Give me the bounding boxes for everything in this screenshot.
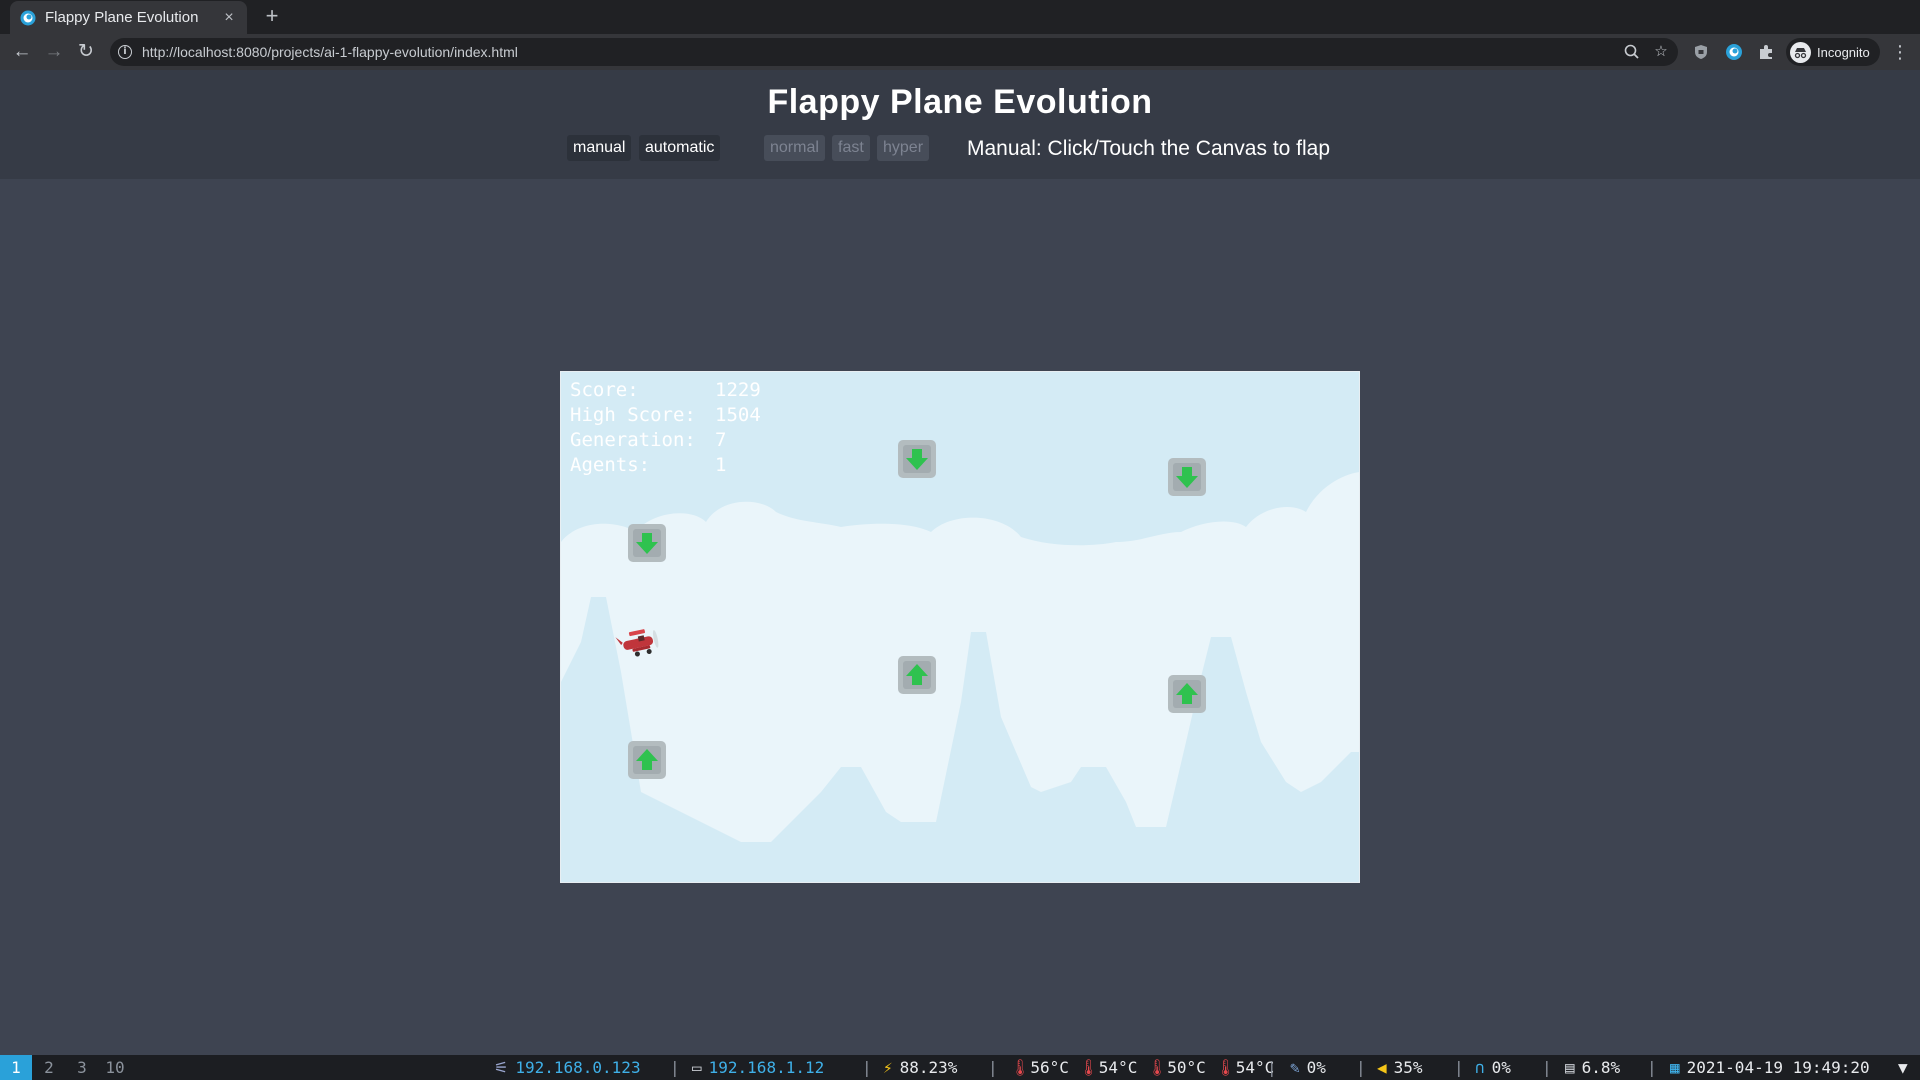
thermometer-icon: 🌡: [1010, 1058, 1031, 1077]
speed-normal-button[interactable]: normal: [764, 135, 825, 161]
separator: |: [1542, 1058, 1552, 1077]
lan-status: ▭ 192.168.1.12: [692, 1055, 824, 1080]
battery-status: ⚡ 88.23%: [883, 1055, 957, 1080]
extensions-puzzle-icon[interactable]: [1755, 41, 1777, 63]
monitor-icon: ▭: [692, 1058, 702, 1077]
thermometer-icon: 🌡: [1215, 1058, 1236, 1077]
separator: |: [670, 1058, 680, 1077]
gate-up-2: [898, 656, 936, 694]
tab-title: Flappy Plane Evolution: [45, 9, 199, 26]
workspace-3[interactable]: 3: [69, 1055, 95, 1080]
brightness-icon: ✎: [1290, 1058, 1300, 1077]
separator: |: [1267, 1058, 1277, 1077]
url-text: http://localhost:8080/projects/ai-1-flap…: [142, 44, 518, 60]
tab-active[interactable]: Flappy Plane Evolution ×: [10, 1, 247, 34]
bird-extension-icon[interactable]: [1723, 41, 1745, 63]
disk-status: ▤ 6.8%: [1565, 1055, 1620, 1080]
hud-agents: Agents: 1: [570, 454, 727, 476]
workspace-10[interactable]: 10: [100, 1055, 130, 1080]
shield-extension-icon[interactable]: [1690, 41, 1712, 63]
speed-fast-button[interactable]: fast: [832, 135, 870, 161]
hud-generation: Generation: 7: [570, 429, 727, 451]
system-status-bar: 1 2 3 10 ⚟ 192.168.0.123 | ▭ 192.168.1.12 …: [0, 1055, 1920, 1080]
wifi-status: ⚟ 192.168.0.123: [494, 1055, 641, 1080]
gate-up-3: [1168, 675, 1206, 713]
headphones-icon: ∩: [1475, 1058, 1485, 1077]
gate-up-1: [628, 741, 666, 779]
instructions-text: Manual: Click/Touch the Canvas to flap: [967, 137, 1331, 160]
speed-hyper-button[interactable]: hyper: [877, 135, 930, 161]
incognito-label: Incognito: [1817, 44, 1870, 60]
separator: |: [1454, 1058, 1464, 1077]
browser-chrome: Flappy Plane Evolution × + ← → ↻ i http:…: [0, 0, 1920, 70]
hud-high-score: High Score: 1504: [570, 404, 761, 426]
disk-icon: ▤: [1565, 1058, 1575, 1077]
bird-favicon-icon: [20, 10, 36, 25]
page-header: Flappy Plane Evolution manual automatic …: [0, 70, 1920, 179]
gate-down-3: [1168, 458, 1206, 496]
tab-close-icon[interactable]: ×: [221, 9, 237, 27]
automatic-mode-button[interactable]: automatic: [639, 135, 721, 161]
temperature-status: 🌡56°C 🌡54°C 🌡50°C 🌡54°C: [1010, 1058, 1275, 1077]
gate-down-1: [628, 524, 666, 562]
workspace-2[interactable]: 2: [36, 1055, 62, 1080]
tab-strip: Flappy Plane Evolution × +: [0, 0, 1920, 34]
datetime-status: ▦ 2021-04-19 19:49:20: [1670, 1055, 1870, 1080]
workspace-1[interactable]: 1: [0, 1055, 32, 1080]
gate-down-2: [898, 440, 936, 478]
new-tab-button[interactable]: +: [260, 3, 284, 29]
wifi-antenna-icon: ⚟: [494, 1058, 509, 1077]
game-canvas[interactable]: Score: 1229 High Score: 1504 Generation:…: [560, 371, 1360, 883]
browser-toolbar: ← → ↻ i http://localhost:8080/projects/a…: [0, 34, 1920, 70]
separator: |: [988, 1058, 998, 1077]
back-arrow-icon[interactable]: ←: [11, 41, 33, 63]
incognito-icon: [1790, 41, 1811, 63]
separator: |: [1356, 1058, 1366, 1077]
zoom-icon[interactable]: [1622, 42, 1642, 62]
hud-score: Score: 1229: [570, 379, 761, 401]
thermometer-icon: 🌡: [1146, 1058, 1168, 1077]
calendar-icon: ▦: [1670, 1058, 1680, 1077]
page-title: Flappy Plane Evolution: [767, 83, 1153, 121]
site-info-icon[interactable]: i: [118, 45, 132, 59]
speaker-icon: ◀: [1377, 1058, 1387, 1077]
reload-icon[interactable]: ↻: [75, 41, 97, 63]
headphones-status: ∩ 0%: [1475, 1055, 1511, 1080]
volume-status[interactable]: ◀ 35%: [1377, 1055, 1423, 1080]
thermometer-icon: 🌡: [1078, 1058, 1099, 1077]
separator: |: [1647, 1058, 1657, 1077]
address-bar[interactable]: i http://localhost:8080/projects/ai-1-fl…: [110, 38, 1678, 66]
bookmark-star-icon[interactable]: ☆: [1651, 42, 1671, 62]
brightness-status: ✎ 0%: [1290, 1055, 1326, 1080]
lightning-icon: ⚡: [883, 1058, 893, 1077]
incognito-profile-button[interactable]: Incognito: [1786, 38, 1880, 66]
tray-arrow-icon[interactable]: ▼: [1898, 1055, 1908, 1080]
forward-arrow-icon[interactable]: →: [43, 41, 65, 63]
manual-mode-button[interactable]: manual: [567, 135, 632, 161]
separator: |: [862, 1058, 872, 1077]
game-hud: Score: 1229 High Score: 1504 Generation:…: [570, 378, 761, 478]
browser-menu-icon[interactable]: ⋮: [1890, 41, 1910, 63]
